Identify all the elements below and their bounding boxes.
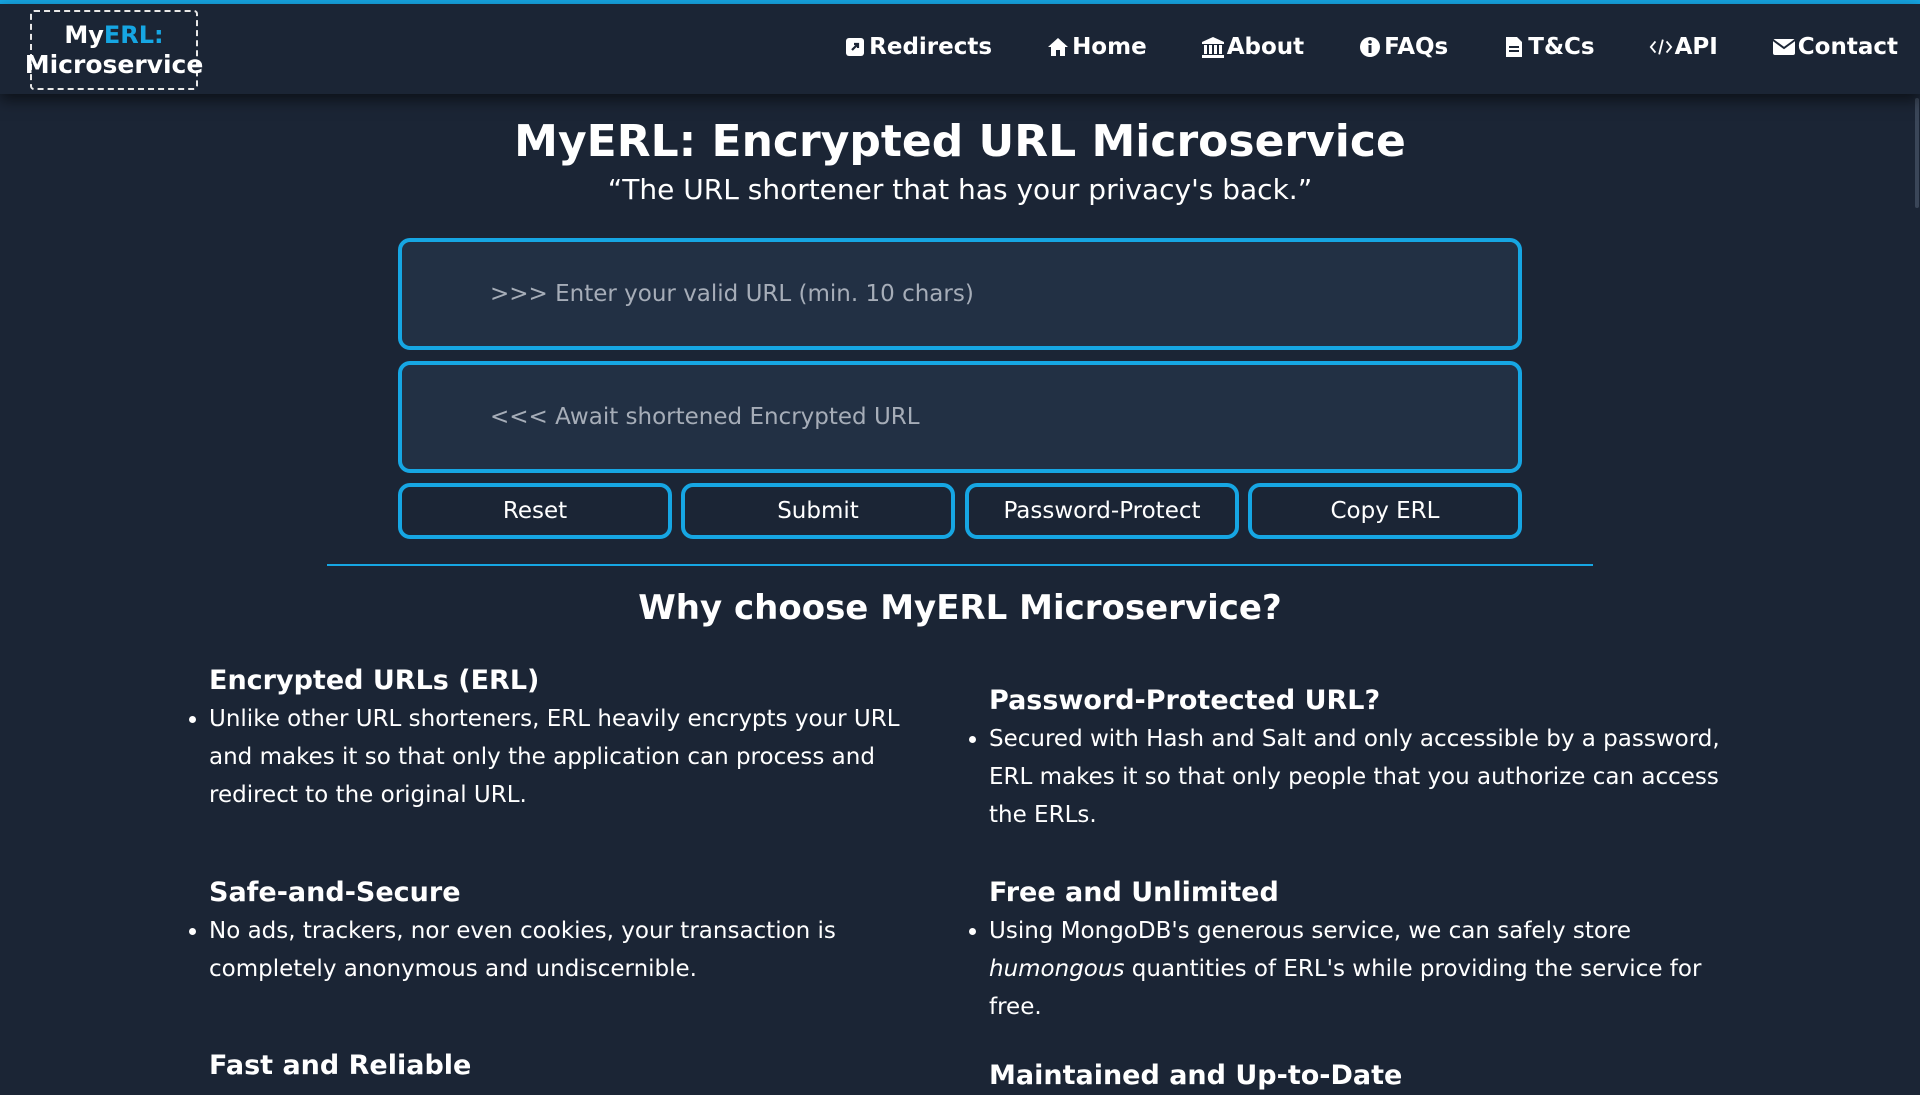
nav-about[interactable]: About xyxy=(1201,34,1304,60)
copy-erl-button[interactable]: Copy ERL xyxy=(1248,483,1522,539)
feature-safe-and-secure: Safe-and-Secure No ads, trackers, nor ev… xyxy=(189,874,949,988)
encrypted-url-output[interactable] xyxy=(488,403,1518,431)
nav-redirects-label: Redirects xyxy=(869,34,993,60)
nav-faqs[interactable]: FAQs xyxy=(1358,34,1448,60)
nav-contact-label: Contact xyxy=(1797,34,1898,60)
nav-contact[interactable]: Contact xyxy=(1772,34,1898,60)
nav-redirects[interactable]: Redirects xyxy=(843,34,992,60)
feature-password-protected: Password-Protected URL? Secured with Has… xyxy=(969,682,1729,834)
logo[interactable]: MyERL: Microservice xyxy=(25,10,203,90)
feature-text: Using MongoDB's generous service, we can… xyxy=(969,912,1729,1026)
home-icon xyxy=(1046,35,1070,59)
url-input-box xyxy=(398,238,1522,350)
logo-text-my: My xyxy=(64,21,104,49)
main-nav: Redirects Home About FAQs T&Cs API Conta… xyxy=(789,34,1898,60)
feature-text: Secured with Hash and Salt and only acce… xyxy=(969,720,1729,834)
nav-home[interactable]: Home xyxy=(1046,34,1147,60)
feature-free-and-unlimited: Free and Unlimited Using MongoDB's gener… xyxy=(969,874,1729,1026)
feature-title: Encrypted URLs (ERL) xyxy=(209,665,540,696)
tagline: “The URL shortener that has your privacy… xyxy=(607,173,1313,206)
nav-faqs-label: FAQs xyxy=(1384,34,1449,60)
envelope-icon xyxy=(1772,35,1796,59)
nav-api[interactable]: API xyxy=(1649,34,1718,60)
nav-api-label: API xyxy=(1674,34,1718,60)
document-icon xyxy=(1502,35,1526,59)
feature-encrypted-urls: Encrypted URLs (ERL) Unlike other URL sh… xyxy=(189,662,949,814)
feature-maintained: Maintained and Up-to-Date xyxy=(989,1057,1729,1095)
submit-button[interactable]: Submit xyxy=(681,483,955,539)
feature-fast-and-reliable: Fast and Reliable xyxy=(209,1047,949,1085)
code-icon xyxy=(1649,35,1673,59)
result-field-box xyxy=(398,361,1522,473)
bank-icon xyxy=(1201,35,1225,59)
feature-text: No ads, trackers, nor even cookies, your… xyxy=(189,912,949,988)
url-input[interactable] xyxy=(488,280,1518,308)
feature-text: Unlike other URL shorteners, ERL heavily… xyxy=(189,700,949,814)
nav-tcs[interactable]: T&Cs xyxy=(1502,34,1595,60)
nav-home-label: Home xyxy=(1072,34,1147,60)
nav-about-label: About xyxy=(1226,34,1305,60)
reset-button[interactable]: Reset xyxy=(398,483,672,539)
external-link-icon xyxy=(843,35,867,59)
logo-text-microservice: Microservice xyxy=(24,50,204,79)
feature-title: Password-Protected URL? xyxy=(989,685,1381,716)
feature-title: Free and Unlimited xyxy=(989,877,1279,908)
password-protect-button[interactable]: Password-Protect xyxy=(965,483,1239,539)
feature-title: Safe-and-Secure xyxy=(209,877,461,908)
section-divider xyxy=(327,564,1593,566)
emphasis-humongous: humongous xyxy=(989,956,1125,982)
feature-title: Maintained and Up-to-Date xyxy=(989,1060,1403,1091)
feature-title: Fast and Reliable xyxy=(209,1050,472,1081)
logo-text-erl: ERL: xyxy=(103,21,164,49)
why-heading: Why choose MyERL Microservice? xyxy=(638,588,1282,628)
navbar: MyERL: Microservice Redirects Home About xyxy=(0,4,1920,94)
nav-tcs-label: T&Cs xyxy=(1528,34,1595,60)
page-title: MyERL: Encrypted URL Microservice xyxy=(514,116,1406,167)
scrollbar[interactable] xyxy=(1912,94,1920,1080)
info-icon xyxy=(1358,35,1382,59)
